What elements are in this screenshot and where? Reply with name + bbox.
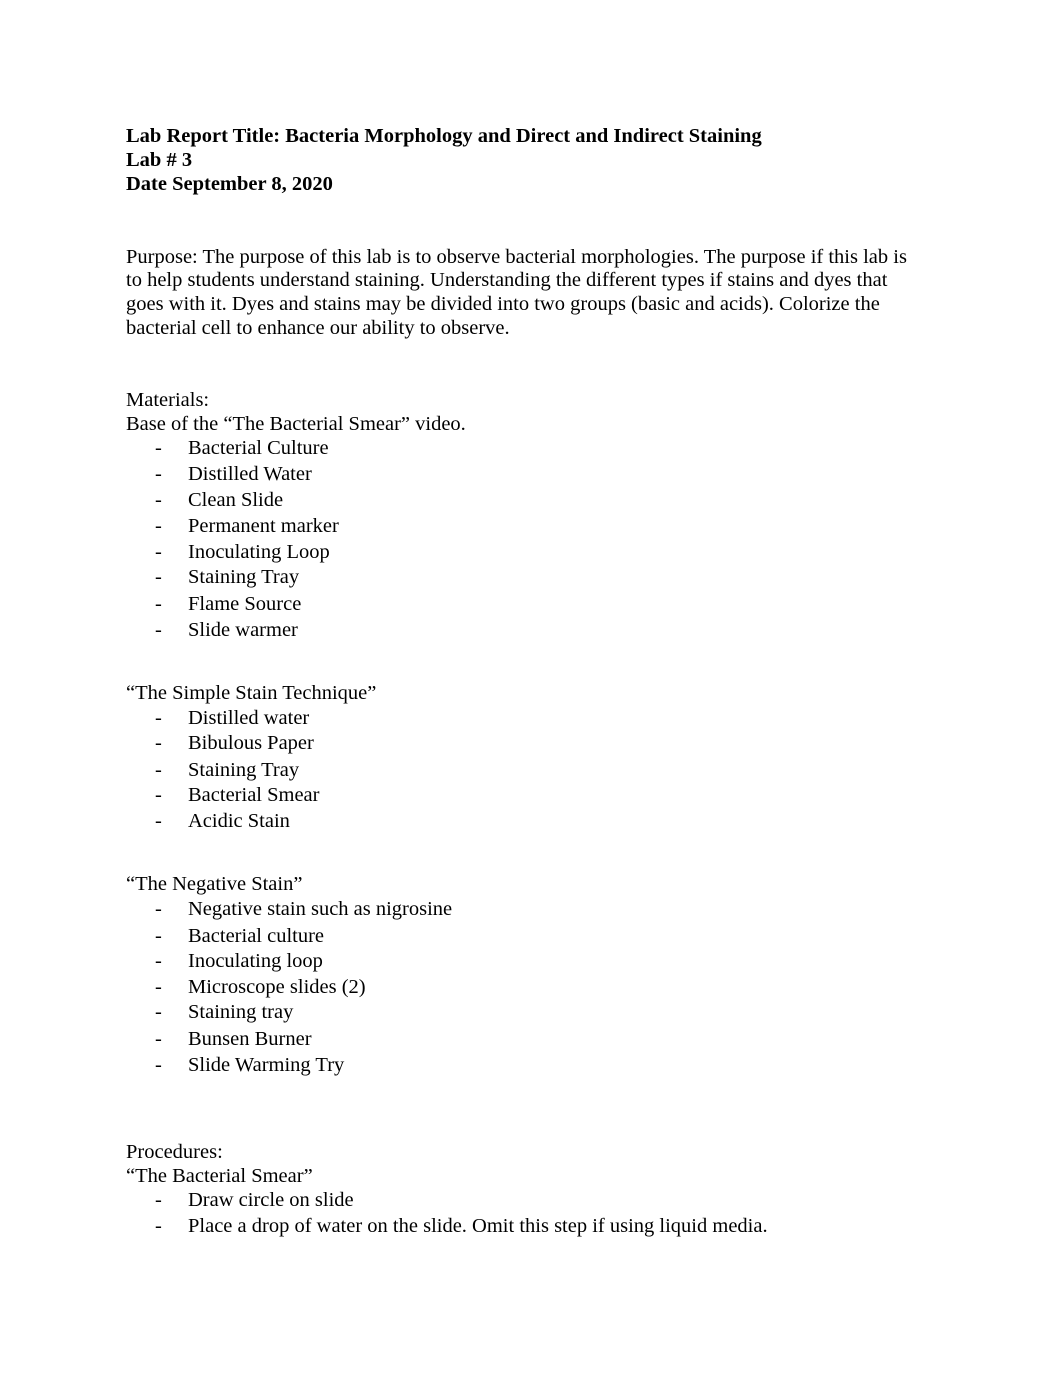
purpose-line: Purpose: The purpose of this lab is to o… (126, 246, 907, 268)
list-bullet: - (155, 463, 162, 485)
purpose-line: to help students understand staining. Un… (126, 269, 888, 291)
list-bullet: - (155, 593, 162, 615)
purpose-line: goes with it. Dyes and stains may be div… (126, 293, 880, 315)
report-date: Date September 8, 2020 (126, 173, 333, 195)
list-bullet: - (155, 437, 162, 459)
list-bullet: - (155, 976, 162, 998)
procedure-step: Draw circle on slide (188, 1189, 354, 1211)
list-bullet: - (155, 732, 162, 754)
list-item: Permanent marker (188, 515, 339, 537)
procedure-step: Place a drop of water on the slide. Omit… (188, 1215, 768, 1237)
simple-stain-heading: “The Simple Stain Technique” (126, 682, 377, 704)
list-item: Inoculating loop (188, 950, 323, 972)
list-item: Bibulous Paper (188, 732, 314, 754)
list-bullet: - (155, 810, 162, 832)
list-bullet: - (155, 1215, 162, 1237)
list-item: Staining Tray (188, 759, 300, 781)
list-item: Clean Slide (188, 489, 284, 511)
list-item: Slide Warming Try (188, 1054, 345, 1076)
list-bullet: - (155, 707, 162, 729)
list-item: Distilled Water (188, 463, 312, 485)
list-item: Acidic Stain (188, 810, 290, 832)
negative-stain-heading: “The Negative Stain” (126, 873, 303, 895)
list-item: Bacterial Smear (188, 784, 320, 806)
list-item: Slide warmer (188, 619, 298, 641)
list-item: Bacterial culture (188, 925, 325, 947)
report-title: Lab Report Title: Bacteria Morphology an… (126, 125, 762, 147)
list-item: Microscope slides (2) (188, 976, 366, 998)
list-item: Inoculating Loop (188, 541, 330, 563)
list-item: Distilled water (188, 707, 310, 729)
list-bullet: - (155, 566, 162, 588)
list-item: Flame Source (188, 593, 302, 615)
purpose-line: bacterial cell to enhance our ability to… (126, 317, 510, 339)
list-bullet: - (155, 784, 162, 806)
procedures-heading: Procedures: (126, 1141, 223, 1163)
list-bullet: - (155, 925, 162, 947)
list-item: Staining tray (188, 1001, 294, 1023)
materials-heading: Materials: (126, 389, 210, 411)
list-item: Negative stain such as nigrosine (188, 898, 453, 920)
lab-number: Lab # 3 (126, 149, 193, 171)
list-bullet: - (155, 515, 162, 537)
list-bullet: - (155, 1028, 162, 1050)
materials-intro: Base of the “The Bacterial Smear” video. (126, 413, 466, 435)
list-bullet: - (155, 898, 162, 920)
list-bullet: - (155, 759, 162, 781)
bacterial-smear-procedure-heading: “The Bacterial Smear” (126, 1165, 313, 1187)
list-bullet: - (155, 950, 162, 972)
list-bullet: - (155, 1054, 162, 1076)
list-bullet: - (155, 1189, 162, 1211)
list-item: Bacterial Culture (188, 437, 329, 459)
list-item: Staining Tray (188, 566, 300, 588)
list-bullet: - (155, 541, 162, 563)
list-bullet: - (155, 1001, 162, 1023)
list-bullet: - (155, 489, 162, 511)
list-item: Bunsen Burner (188, 1028, 312, 1050)
list-bullet: - (155, 619, 162, 641)
